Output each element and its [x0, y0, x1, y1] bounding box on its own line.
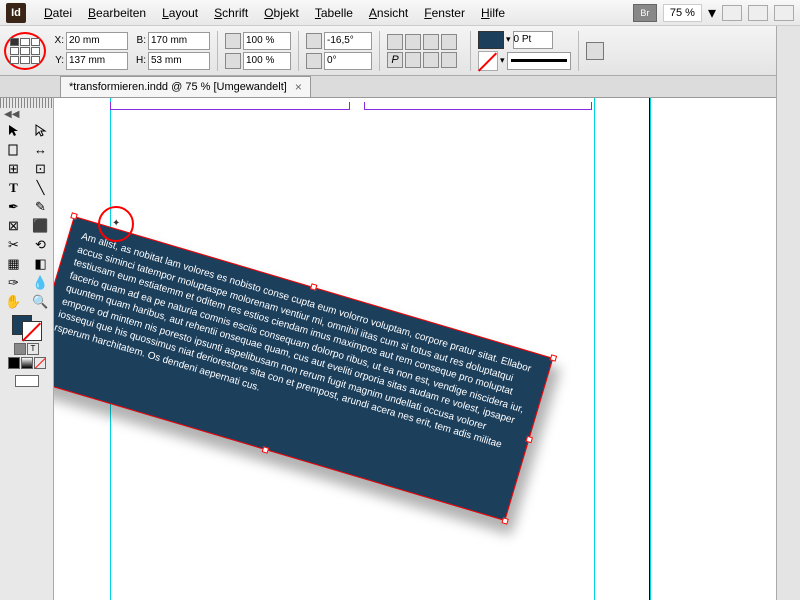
rectangle-tool[interactable]: ⬛: [27, 216, 54, 235]
direct-selection-tool[interactable]: [27, 121, 54, 140]
formatting-container-icon[interactable]: [14, 343, 26, 355]
menu-fenster[interactable]: Fenster: [416, 2, 473, 24]
scissors-tool[interactable]: ✂: [0, 235, 27, 254]
toolbox-collapse-icon[interactable]: ◀◀: [0, 108, 53, 121]
right-panel-strip[interactable]: [776, 26, 800, 600]
x-label: X:: [50, 35, 64, 46]
menu-bearbeiten[interactable]: Bearbeiten: [80, 2, 154, 24]
menu-objekt[interactable]: Objekt: [256, 2, 307, 24]
fill-stroke-swatches[interactable]: [12, 315, 42, 341]
select-container-icon[interactable]: [405, 52, 421, 68]
normal-view-icon[interactable]: [15, 375, 39, 387]
type-tool[interactable]: T: [0, 178, 27, 197]
apply-none-icon[interactable]: [34, 357, 46, 369]
note-tool[interactable]: ✑: [0, 273, 27, 292]
bridge-button[interactable]: Br: [633, 4, 657, 22]
app-icon: Id: [6, 3, 26, 23]
shear-input[interactable]: [324, 52, 372, 70]
stroke-style[interactable]: [507, 52, 571, 70]
gradient-feather-tool[interactable]: ◧: [27, 254, 54, 273]
w-label: B:: [132, 35, 146, 46]
y-input[interactable]: [66, 52, 128, 70]
apply-gradient-icon[interactable]: [21, 357, 33, 369]
tab-close-icon[interactable]: ×: [295, 80, 302, 94]
stroke-color-swatch[interactable]: [22, 321, 42, 341]
pencil-tool[interactable]: ✎: [27, 197, 54, 216]
formatting-text-icon[interactable]: T: [27, 343, 39, 355]
rotation-input[interactable]: [324, 32, 372, 50]
stroke-weight-input[interactable]: [513, 31, 553, 49]
scale-x-input[interactable]: [243, 32, 291, 50]
scale-y-icon: [225, 53, 241, 69]
document-tab[interactable]: *transformieren.indd @ 75 % [Umgewandelt…: [60, 76, 311, 97]
screen-mode-icon[interactable]: [748, 5, 768, 21]
tab-title: *transformieren.indd @ 75 % [Umgewandelt…: [69, 81, 287, 93]
scale-x-icon: [225, 33, 241, 49]
canvas[interactable]: ✦ Am alist, as nobitat lam volores es no…: [54, 98, 800, 600]
eyedropper-tool[interactable]: 💧: [27, 273, 54, 292]
menu-hilfe[interactable]: Hilfe: [473, 2, 513, 24]
selection-tool[interactable]: [0, 121, 27, 140]
rotate-cw-icon[interactable]: [387, 34, 403, 50]
gradient-swatch-tool[interactable]: ▦: [0, 254, 27, 273]
zoom-level[interactable]: 75 %: [663, 4, 702, 22]
w-input[interactable]: [148, 32, 210, 50]
stroke-dd-icon[interactable]: ▾: [500, 55, 505, 66]
stroke-swatch[interactable]: [478, 51, 498, 71]
hand-tool[interactable]: ✋: [0, 292, 27, 311]
margin-frame-1: [110, 102, 350, 110]
toolbox-handle[interactable]: [0, 98, 53, 108]
fill-dd-icon[interactable]: ▾: [506, 34, 511, 45]
rotation-origin-marker[interactable]: ✦: [112, 218, 120, 229]
x-input[interactable]: [66, 32, 128, 50]
menu-schrift[interactable]: Schrift: [206, 2, 256, 24]
flip-h-icon[interactable]: [423, 34, 439, 50]
margin-frame-2: [364, 102, 592, 110]
menu-layout[interactable]: Layout: [154, 2, 206, 24]
view-options-icon[interactable]: [722, 5, 742, 21]
extra-icon[interactable]: [441, 52, 457, 68]
free-transform-tool[interactable]: ⟲: [27, 235, 54, 254]
toolbox: ◀◀ ↔ ⊞ ⊡ T ╲ ✒ ✎ ⊠ ⬛ ✂ ⟲ ▦ ◧ ✑ 💧 ✋ 🔍 T: [0, 98, 54, 600]
rotate-ccw-icon[interactable]: [405, 34, 421, 50]
shear-icon: [306, 53, 322, 69]
content-collector-tool[interactable]: ⊞: [0, 159, 27, 178]
line-tool[interactable]: ╲: [27, 178, 54, 197]
fx-icon[interactable]: [586, 42, 604, 60]
content-placer-tool[interactable]: ⊡: [27, 159, 54, 178]
fill-swatch[interactable]: [478, 31, 504, 49]
menu-ansicht[interactable]: Ansicht: [361, 2, 416, 24]
menu-datei[interactable]: Datei: [36, 2, 80, 24]
apply-color-icon[interactable]: [8, 357, 20, 369]
h-label: H:: [132, 55, 146, 66]
pen-tool[interactable]: ✒: [0, 197, 27, 216]
gap-tool[interactable]: ↔: [27, 140, 54, 159]
zoom-dropdown-icon[interactable]: ▾: [708, 3, 716, 23]
char-icon[interactable]: P: [387, 52, 403, 68]
zoom-tool[interactable]: 🔍: [27, 292, 54, 311]
guide-right[interactable]: [650, 98, 651, 600]
y-label: Y:: [50, 55, 64, 66]
scale-y-input[interactable]: [243, 52, 291, 70]
flip-v-icon[interactable]: [441, 34, 457, 50]
menu-tabelle[interactable]: Tabelle: [307, 2, 361, 24]
rectangle-frame-tool[interactable]: ⊠: [0, 216, 27, 235]
select-content-icon[interactable]: [423, 52, 439, 68]
guide-mid[interactable]: [594, 98, 595, 600]
page-tool[interactable]: [0, 140, 27, 159]
rotation-icon: [306, 33, 322, 49]
h-input[interactable]: [148, 52, 210, 70]
reference-point[interactable]: [4, 32, 46, 70]
arrange-icon[interactable]: [774, 5, 794, 21]
